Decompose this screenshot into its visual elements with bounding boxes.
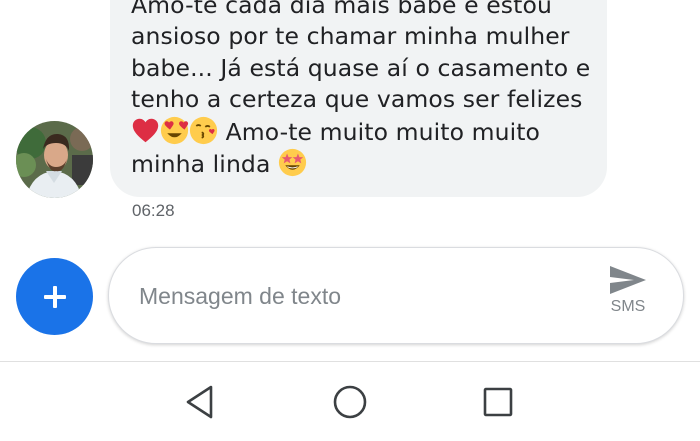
message-line-text: Amo-te muito muito muito (218, 117, 541, 146)
message-text: Amo-te cada dia mais babe e estou ansios… (131, 0, 601, 180)
star-struck-icon (278, 148, 307, 177)
heart-eyes-icon (160, 116, 189, 144)
plus-icon (43, 285, 66, 308)
add-attachment-button[interactable] (16, 258, 93, 335)
send-icon (610, 266, 646, 294)
person-photo-icon (16, 121, 93, 198)
red-heart-icon (132, 118, 159, 142)
contact-avatar[interactable] (16, 121, 93, 198)
home-button[interactable] (328, 380, 372, 424)
send-sms-button[interactable]: SMS (603, 264, 653, 328)
back-button[interactable] (178, 380, 222, 424)
face-blowing-kiss-icon (189, 116, 218, 144)
system-nav-bar (0, 362, 700, 441)
message-line: babe... Já está quase aí o casamento e (131, 53, 591, 82)
compose-bar: SMS (108, 247, 684, 344)
message-input[interactable] (139, 278, 579, 314)
message-line: tenho a certeza que vamos ser felizes (131, 85, 583, 114)
message-line-with-emojis: Amo-te muito muito muito (131, 116, 601, 148)
message-line-with-emoji: minha linda (131, 148, 601, 180)
message-line: ansioso por te chamar minha mulher (131, 22, 570, 51)
home-circle-icon (333, 385, 367, 419)
message-line-text: minha linda (131, 150, 279, 179)
recents-square-icon (483, 387, 513, 417)
sms-label: SMS (610, 298, 646, 315)
back-triangle-icon (186, 385, 213, 419)
recents-button[interactable] (476, 380, 520, 424)
message-timestamp: 06:28 (132, 201, 175, 220)
message-line: Amo-te cada dia mais babe e estou (131, 0, 552, 19)
